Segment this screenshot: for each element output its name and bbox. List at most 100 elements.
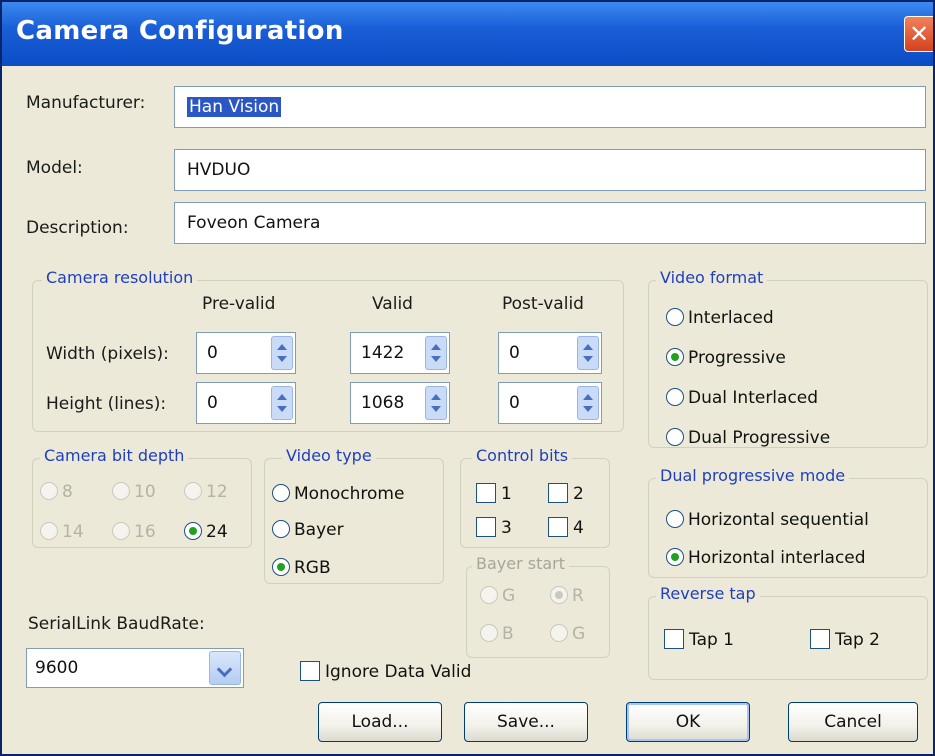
width-label: Width (pixels): <box>46 344 169 364</box>
radio-label: RGB <box>294 558 331 578</box>
radio-label: Horizontal interlaced <box>688 548 866 568</box>
radio-circle-selected <box>272 558 290 576</box>
radio-circle <box>666 308 684 326</box>
width-pre-valid-spin-buttons[interactable] <box>271 336 293 370</box>
baud-rate-dropdown[interactable]: 9600 <box>26 648 244 688</box>
spin-up-icon <box>583 394 593 400</box>
checkbox-box <box>548 517 568 537</box>
height-pre-valid-spin-buttons[interactable] <box>271 386 293 420</box>
model-label: Model: <box>26 158 83 178</box>
checkbox-label: Tap 1 <box>689 630 734 650</box>
radio-circle <box>112 522 130 540</box>
bayer-start-group <box>466 566 610 658</box>
manufacturer-field[interactable]: Han Vision <box>174 86 926 128</box>
spin-up-icon <box>431 394 441 400</box>
width-post-valid-spinner[interactable]: 0 <box>498 332 602 374</box>
width-pre-valid-spinner[interactable]: 0 <box>196 332 296 374</box>
radio-circle-selected <box>550 586 568 604</box>
radio-circle <box>666 428 684 446</box>
height-post-valid-spinner[interactable]: 0 <box>498 382 602 424</box>
checkbox-label: 4 <box>573 518 584 538</box>
checkbox-box <box>664 629 684 649</box>
width-valid-value: 1422 <box>361 343 405 363</box>
radio-label: B <box>502 624 514 644</box>
height-valid-value: 1068 <box>361 393 405 413</box>
bayer-start-title: Bayer start <box>472 554 570 573</box>
checkbox-label: 2 <box>573 484 584 504</box>
save-button[interactable]: Save... <box>464 702 588 742</box>
radio-label: Monochrome <box>294 484 405 504</box>
spin-down-icon <box>583 406 593 412</box>
radio-label: 8 <box>62 482 73 502</box>
radio-label: Dual Progressive <box>688 428 831 448</box>
reverse-tap-title: Reverse tap <box>656 584 760 603</box>
spin-up-icon <box>277 394 287 400</box>
radio-label: Bayer <box>294 520 344 540</box>
camera-bit-depth-title: Camera bit depth <box>40 446 189 465</box>
baud-rate-value: 9600 <box>35 658 79 678</box>
video-type-group <box>264 458 444 584</box>
spin-up-icon <box>431 344 441 350</box>
checkbox-label: 1 <box>501 484 512 504</box>
post-valid-header: Post-valid <box>502 294 584 314</box>
video-type-title: Video type <box>282 446 376 465</box>
camera-resolution-title: Camera resolution <box>42 268 198 287</box>
width-valid-spin-buttons[interactable] <box>425 336 447 370</box>
radio-label: Horizontal sequential <box>688 510 869 530</box>
ok-button[interactable]: OK <box>626 702 750 742</box>
spin-down-icon <box>431 406 441 412</box>
height-label: Height (lines): <box>46 394 167 414</box>
checkbox-box <box>476 483 496 503</box>
radio-label: R <box>572 586 584 606</box>
radio-circle <box>184 482 202 500</box>
radio-label: 12 <box>206 482 228 502</box>
radio-circle-selected <box>666 548 684 566</box>
radio-circle <box>480 586 498 604</box>
manufacturer-value: Han Vision <box>187 97 282 117</box>
radio-circle <box>550 624 568 642</box>
dual-progressive-mode-title: Dual progressive mode <box>656 466 850 485</box>
valid-header: Valid <box>372 294 413 314</box>
manufacturer-label: Manufacturer: <box>26 93 146 113</box>
video-format-title: Video format <box>656 268 768 287</box>
spin-down-icon <box>277 356 287 362</box>
spin-down-icon <box>277 406 287 412</box>
radio-label: 24 <box>206 522 228 542</box>
height-valid-spin-buttons[interactable] <box>425 386 447 420</box>
checkbox-label: Ignore Data Valid <box>325 662 472 682</box>
title-bar[interactable]: Camera Configuration ✕ <box>2 2 933 66</box>
model-field[interactable]: HVDUO <box>174 149 926 191</box>
chevron-down-icon[interactable] <box>209 651 241 685</box>
radio-circle <box>272 520 290 538</box>
radio-circle-selected <box>666 348 684 366</box>
radio-label: G <box>502 586 516 606</box>
pre-valid-header: Pre-valid <box>202 294 276 314</box>
checkbox-label: Tap 2 <box>835 630 880 650</box>
radio-label: Interlaced <box>688 308 774 328</box>
radio-label: 14 <box>62 522 84 542</box>
radio-label: Dual Interlaced <box>688 388 819 408</box>
width-post-valid-spin-buttons[interactable] <box>577 336 599 370</box>
window-title: Camera Configuration <box>16 16 344 46</box>
height-pre-valid-spinner[interactable]: 0 <box>196 382 296 424</box>
checkbox-box <box>476 517 496 537</box>
spin-up-icon <box>583 344 593 350</box>
description-field[interactable]: Foveon Camera <box>174 202 926 244</box>
checkbox-box <box>300 661 320 681</box>
height-pre-valid-value: 0 <box>207 393 218 413</box>
width-pre-valid-value: 0 <box>207 343 218 363</box>
height-valid-spinner[interactable]: 1068 <box>350 382 450 424</box>
radio-circle <box>40 482 58 500</box>
load-button[interactable]: Load... <box>318 702 442 742</box>
cancel-button[interactable]: Cancel <box>788 702 918 742</box>
spin-down-icon <box>583 356 593 362</box>
height-post-valid-spin-buttons[interactable] <box>577 386 599 420</box>
description-label: Description: <box>26 218 129 238</box>
height-post-valid-value: 0 <box>509 393 520 413</box>
close-button[interactable]: ✕ <box>904 16 933 52</box>
radio-label: G <box>572 624 586 644</box>
camera-configuration-dialog: Camera Configuration ✕ Manufacturer: Han… <box>0 0 935 756</box>
width-valid-spinner[interactable]: 1422 <box>350 332 450 374</box>
spin-down-icon <box>431 356 441 362</box>
spin-up-icon <box>277 344 287 350</box>
